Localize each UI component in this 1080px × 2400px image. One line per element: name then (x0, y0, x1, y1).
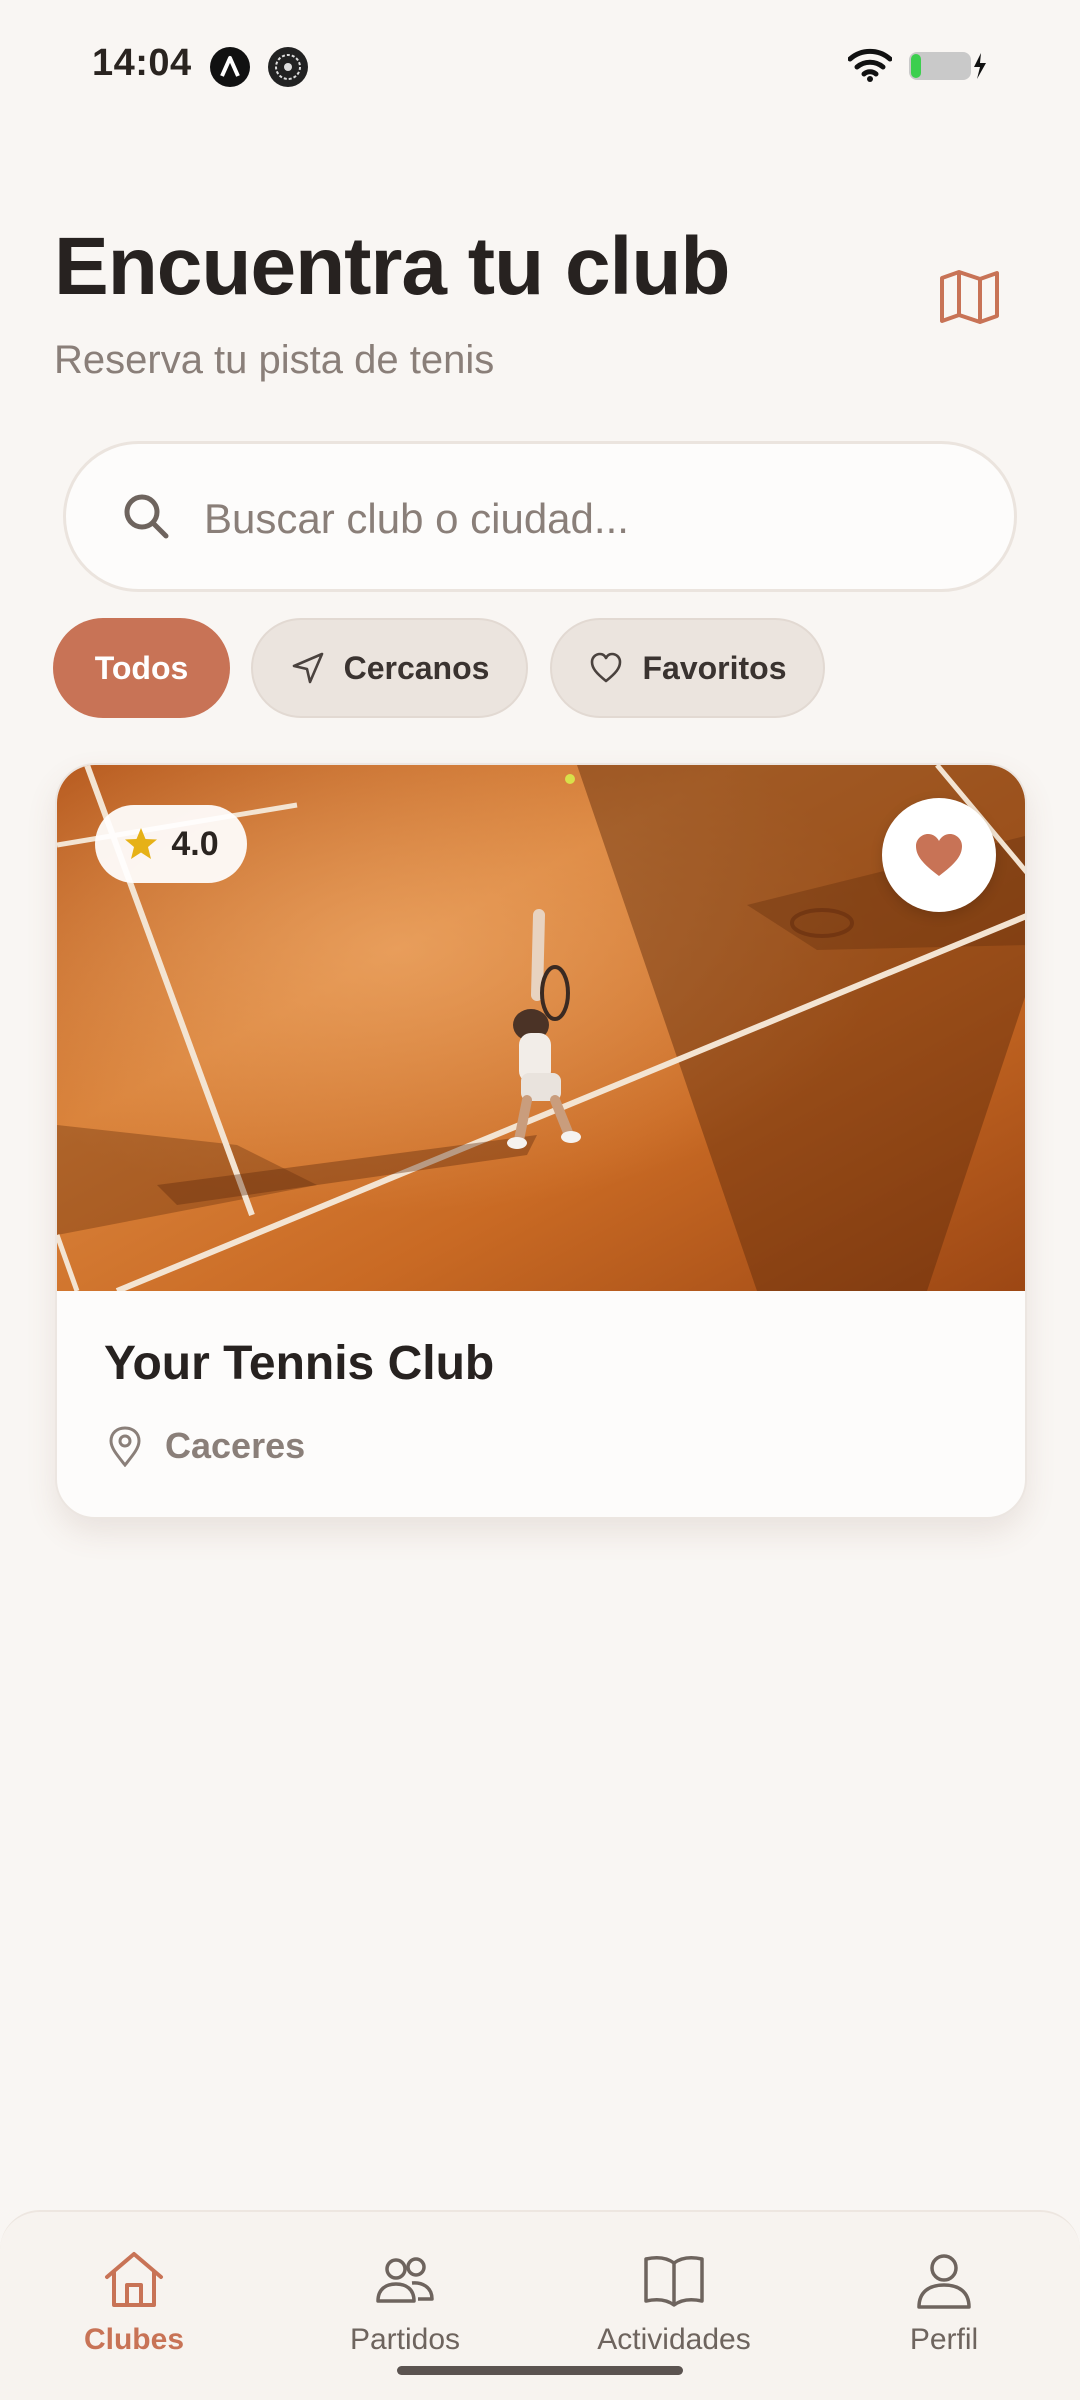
filter-chip-all[interactable]: Todos (53, 618, 230, 718)
rating-badge: 4.0 (95, 805, 247, 883)
club-rating: 4.0 (171, 824, 219, 863)
search-bar[interactable] (63, 441, 1017, 592)
map-icon (940, 270, 999, 324)
status-bar: 14:04 (0, 0, 1080, 130)
home-indicator (397, 2366, 683, 2375)
status-time: 14:04 (92, 42, 192, 84)
map-view-button[interactable] (930, 262, 1010, 332)
page-subtitle: Reserva tu pista de tenis (54, 338, 495, 382)
nav-tab-activities[interactable]: Actividades (574, 2247, 774, 2367)
app-notification-icon (268, 47, 308, 87)
filter-chip-nearby[interactable]: Cercanos (251, 618, 528, 718)
club-location: Caceres (107, 1425, 305, 1467)
nav-label: Actividades (597, 2323, 751, 2356)
nav-tab-clubs[interactable]: Clubes (34, 2247, 234, 2367)
club-city: Caceres (165, 1425, 306, 1466)
nav-label: Partidos (349, 2323, 461, 2356)
navigation-arrow-icon (292, 652, 323, 684)
nav-label: Clubes (83, 2323, 185, 2356)
battery-icon (909, 52, 986, 80)
location-pin-icon (109, 1426, 141, 1467)
nav-tab-matches[interactable]: Partidos (305, 2247, 505, 2367)
wifi-icon (848, 48, 892, 82)
book-icon (644, 2256, 704, 2307)
page-title: Encuentra tu club (54, 221, 731, 312)
nav-label: Perfil (909, 2323, 979, 2356)
home-icon (105, 2252, 163, 2307)
heart-outline-icon (591, 652, 622, 683)
star-icon (125, 828, 158, 859)
app-notification-icon (210, 47, 250, 87)
user-icon (917, 2254, 971, 2309)
favorite-button[interactable] (882, 798, 996, 912)
filter-chip-label: Favoritos (642, 649, 787, 686)
filter-chip-label: Cercanos (343, 649, 490, 686)
club-card[interactable]: 4.0 Your Tennis Club Caceres (55, 763, 1027, 1519)
users-icon (376, 2257, 434, 2303)
nav-tab-profile[interactable]: Perfil (844, 2247, 1044, 2367)
search-input[interactable] (204, 464, 964, 574)
filter-chip-label: Todos (94, 649, 189, 686)
club-finder-screen: 14:04 Encuentra tu club Reserva tu pista… (0, 0, 1080, 2400)
club-name: Your Tennis Club (104, 1337, 495, 1390)
filter-chip-favorites[interactable]: Favoritos (550, 618, 825, 718)
heart-icon (916, 834, 962, 876)
search-icon (124, 494, 169, 539)
